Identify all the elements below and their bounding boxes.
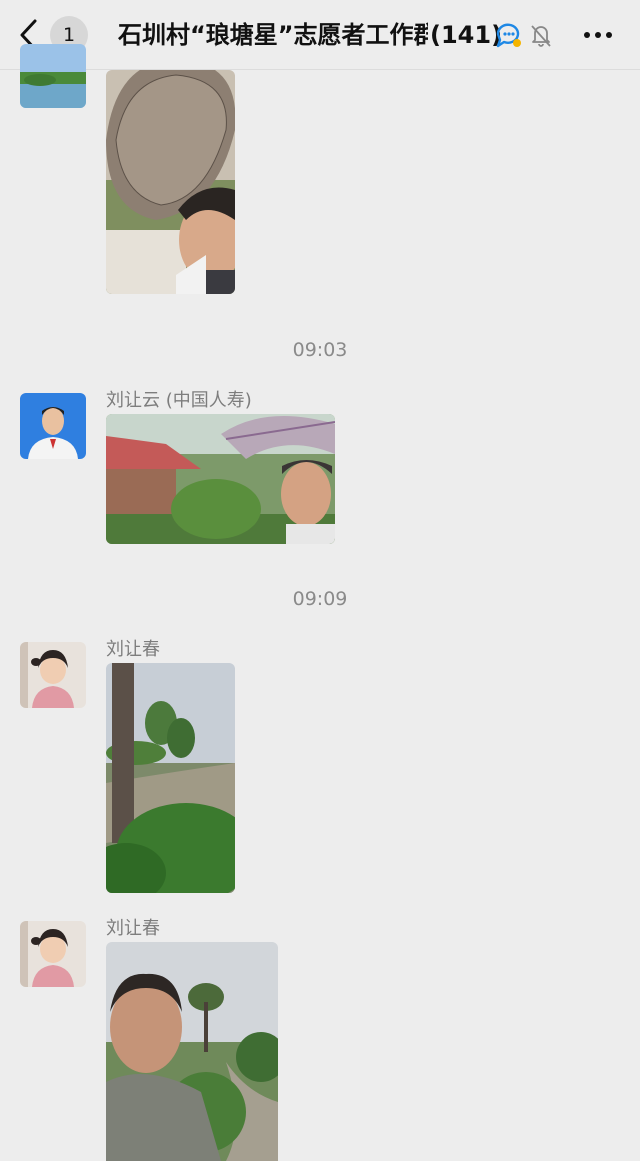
photo-message[interactable] bbox=[106, 942, 278, 1161]
member-count: (141) bbox=[428, 18, 503, 52]
bell-muted-icon[interactable] bbox=[526, 20, 556, 50]
avatar[interactable] bbox=[20, 44, 86, 108]
photo-message[interactable] bbox=[106, 70, 235, 294]
chat-bubble-icon[interactable] bbox=[494, 20, 524, 50]
timestamp: 09:09 bbox=[292, 588, 348, 610]
chat-header: 1 石圳村“琅塘星”志愿者工作群 (141) bbox=[0, 0, 640, 70]
timestamp: 09:03 bbox=[292, 339, 348, 361]
sender-name: 刘让春 bbox=[106, 639, 160, 660]
sender-name: 刘让云 (中国人寿) bbox=[106, 390, 252, 411]
avatar[interactable] bbox=[20, 921, 86, 987]
more-dots-icon[interactable] bbox=[578, 20, 618, 50]
avatar[interactable] bbox=[20, 642, 86, 708]
photo-message[interactable] bbox=[106, 414, 335, 544]
photo-message[interactable] bbox=[106, 663, 235, 893]
sender-name: 刘让春 bbox=[106, 918, 160, 939]
avatar[interactable] bbox=[20, 393, 86, 459]
